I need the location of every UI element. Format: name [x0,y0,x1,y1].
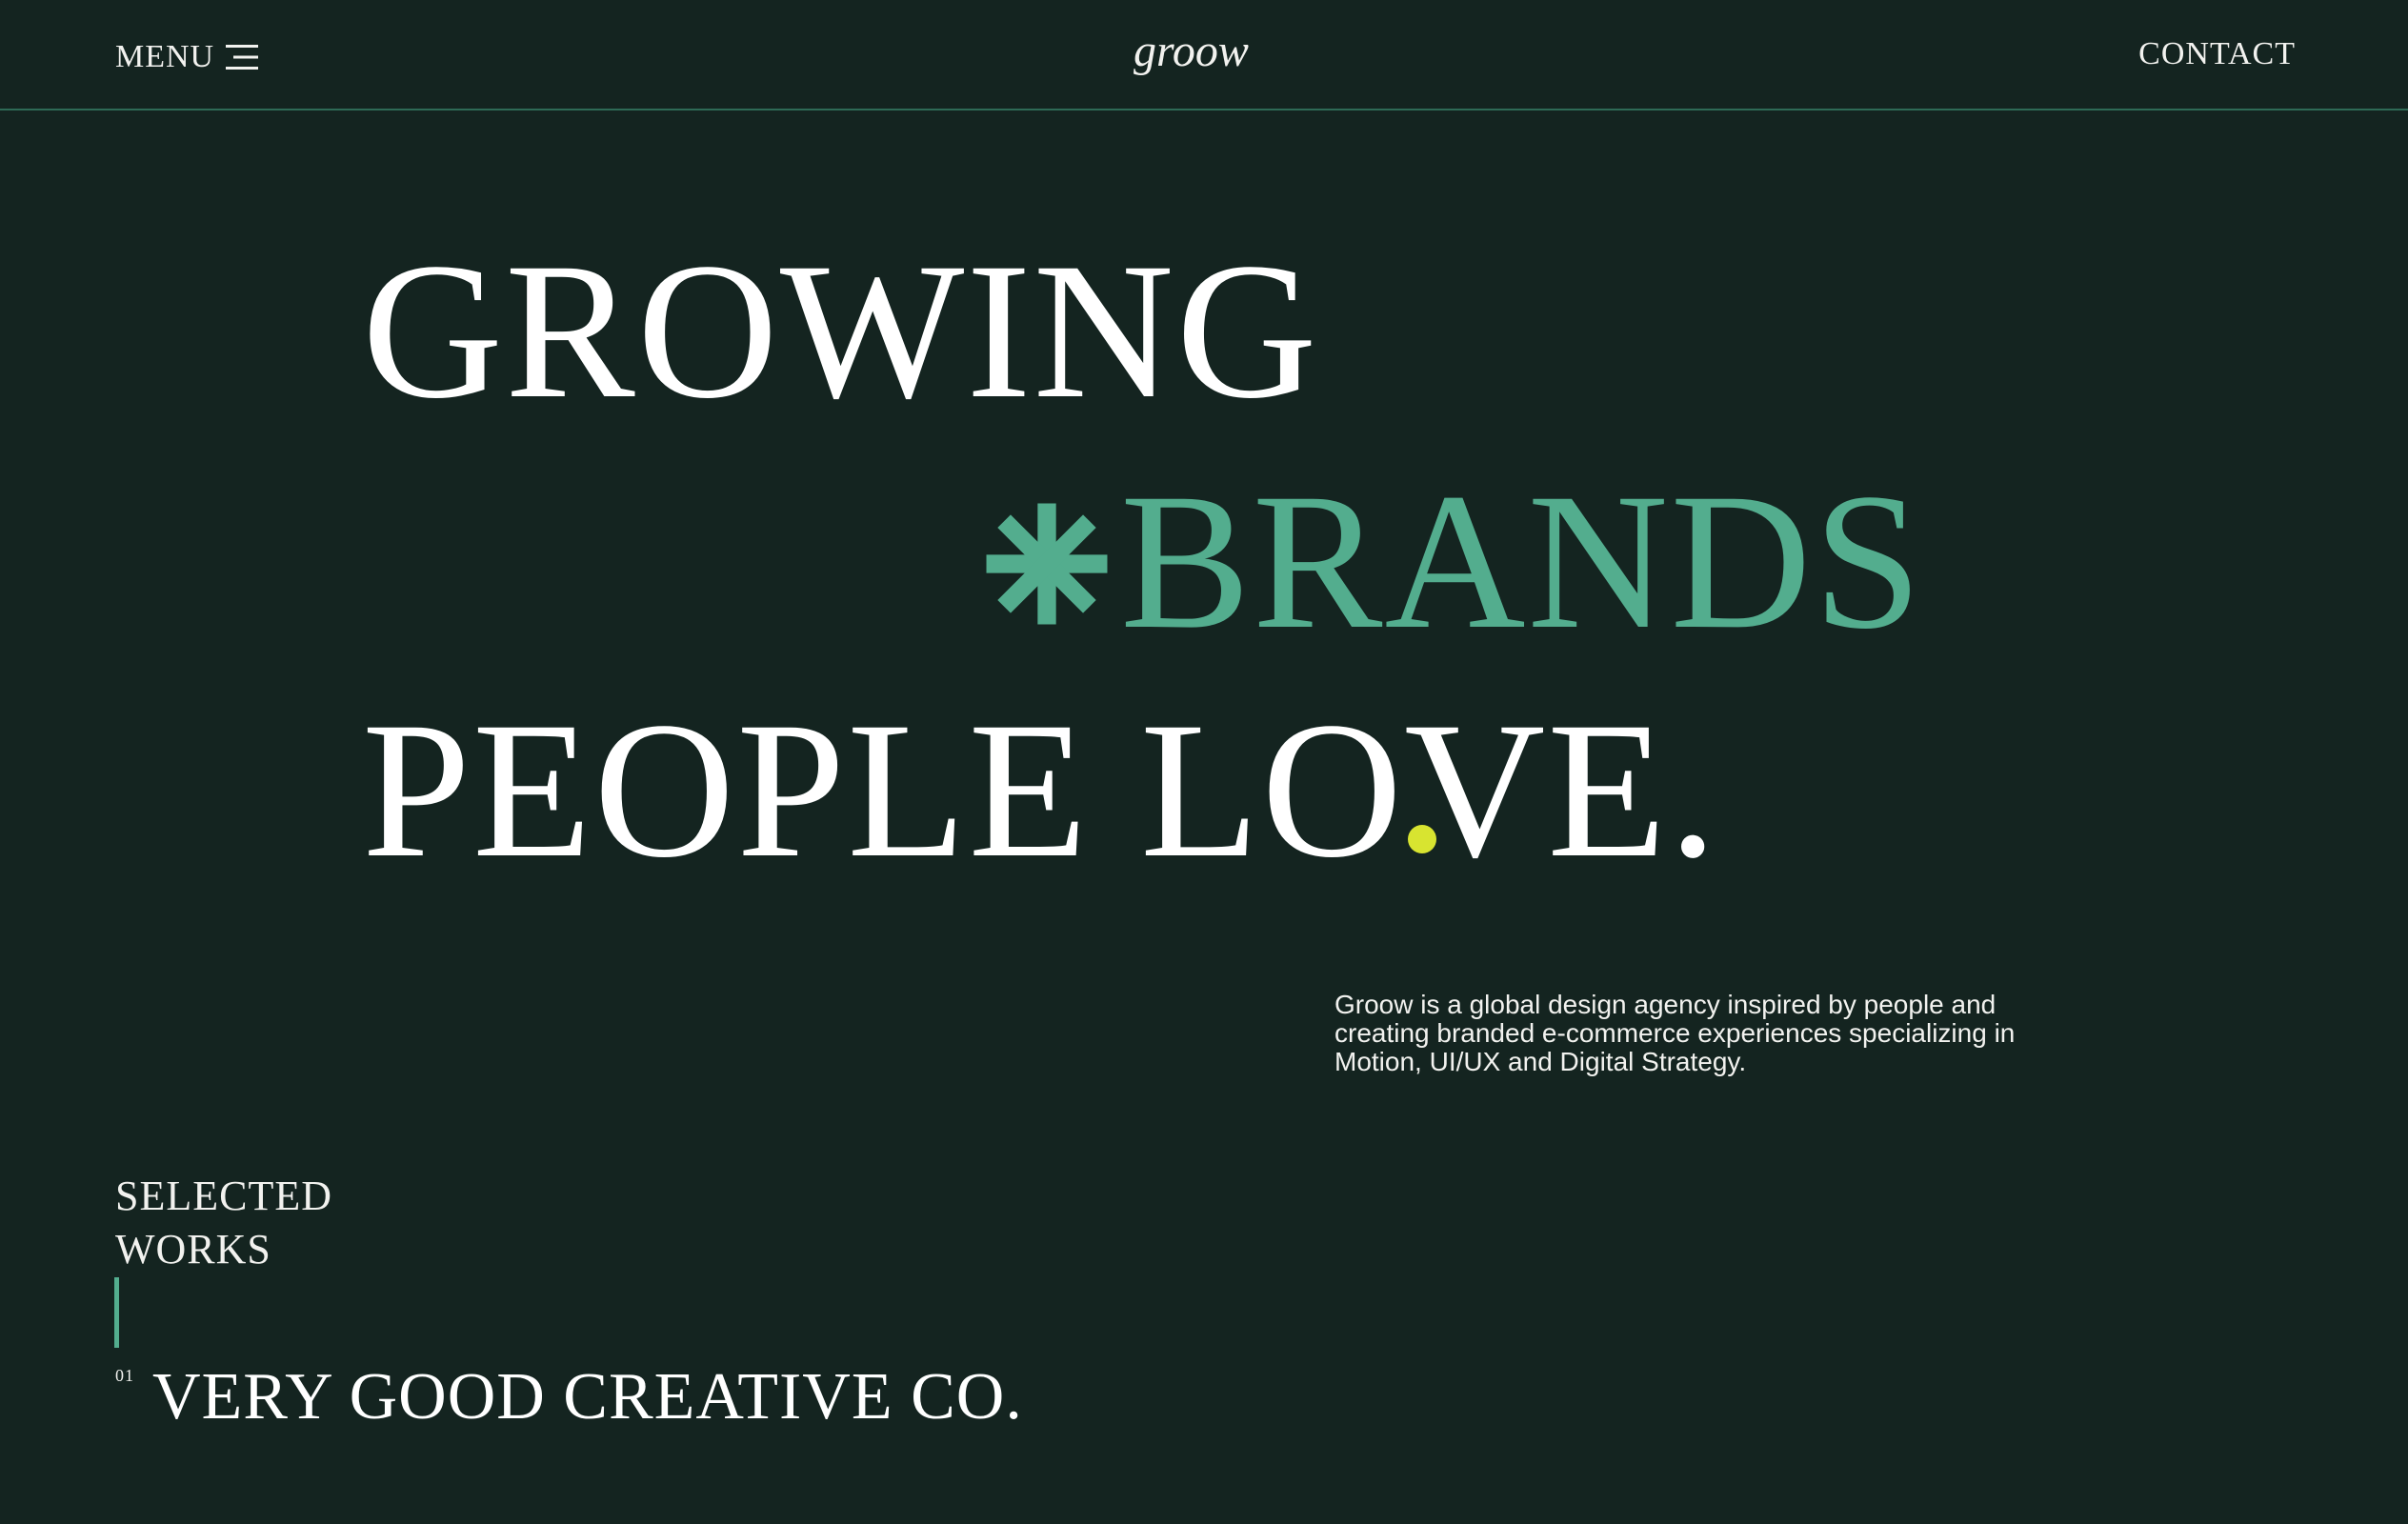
agency-description: Groow is a global design agency inspired… [1334,990,2016,1076]
work-number: 01 [115,1366,134,1385]
site-header: MENU groow CONTACT [0,0,2408,110]
logo[interactable]: groow [1134,29,1249,74]
selected-works-heading-line2: WORKS [115,1226,271,1273]
menu-label: MENU [115,39,215,74]
section-divider-bar [114,1277,119,1348]
hero-line-people-love: PEOPLE LOVE. [362,682,1719,898]
hero-line-brands: BRANDS [981,464,1924,659]
work-title-link[interactable]: VERY GOOD CREATIVE CO. [152,1364,1023,1431]
contact-link[interactable]: CONTACT [2138,38,2296,70]
selected-works-heading-line1: SELECTED [115,1173,332,1219]
selected-works-heading: SELECTED WORKS [115,1170,332,1276]
menu-button[interactable]: MENU [115,36,260,78]
hero-line-growing: GROWING [362,223,1319,439]
hamburger-icon [226,45,259,70]
hero-word-brands: BRANDS [1120,453,1924,670]
asterisk-icon [986,503,1108,624]
cursor-dot [1408,825,1436,853]
